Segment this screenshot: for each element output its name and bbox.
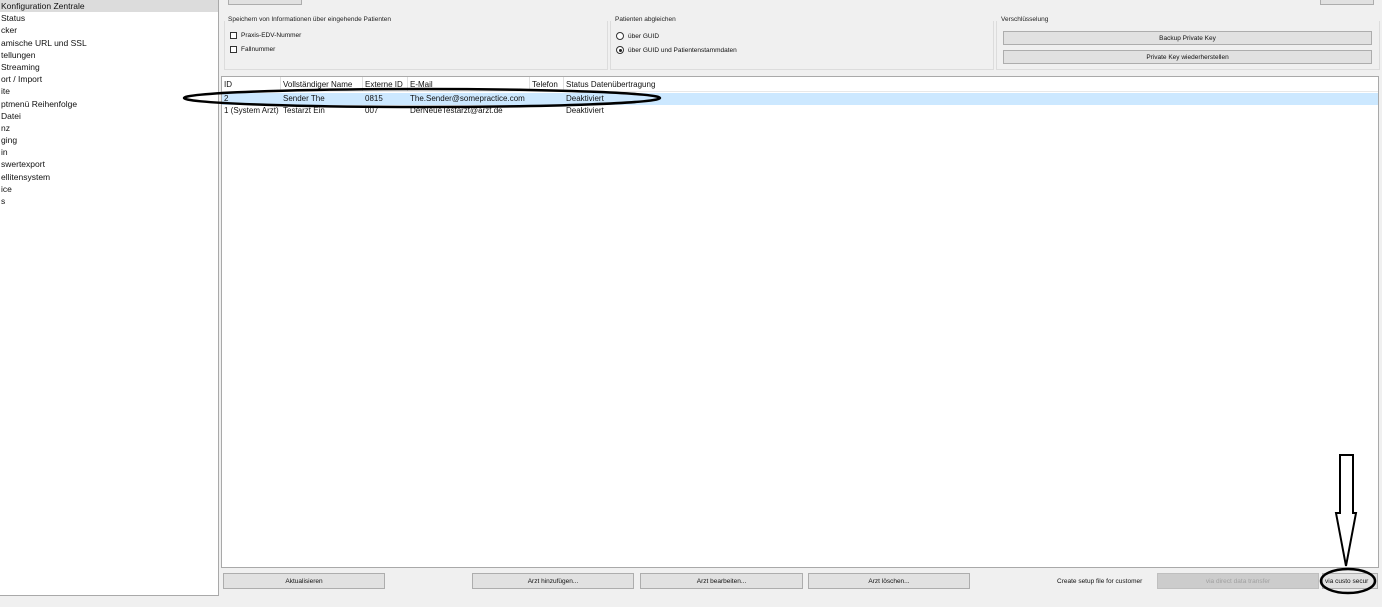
sidebar-item-status[interactable]: Status [0,12,218,24]
cell-status: Deaktiviert [566,106,604,115]
direct-transfer-button[interactable]: via direct data transfer [1157,573,1319,589]
cell-id: 1 (System Arzt) [224,106,279,115]
sidebar-item-dynamische-url[interactable]: amische URL und SSL [0,37,218,49]
table-row[interactable]: 1 (System Arzt) Testarzt Ein 007 DerNeue… [222,105,1378,117]
sidebar-item-einstellungen[interactable]: tellungen [0,49,218,61]
match-guid-stammdaten-label: über GUID und Patientenstammdaten [628,46,737,54]
cell-email: DerNeueTestarzt@arzt.de [410,106,503,115]
sidebar-item-satellitensystem[interactable]: ellitensystem [0,171,218,183]
column-header-external-id[interactable]: Externe ID [363,77,408,91]
sidebar-item-seite[interactable]: ite [0,85,218,97]
sidebar-item-messwertexport[interactable]: swertexport [0,158,218,170]
fallnummer-label: Fallnummer [241,46,276,53]
column-header-status[interactable]: Status Datenübertragung [564,77,684,91]
cell-phone [530,105,564,117]
doctor-table[interactable]: ID ˇ Vollständiger Name Externe ID E-Mai… [221,76,1379,568]
checkbox-box[interactable] [230,46,237,53]
sidebar-item-streaming[interactable]: Streaming [0,61,218,73]
table-row[interactable]: 2 Sender The 0815 The.Sender@somepractic… [222,93,1378,105]
cell-external-id: 007 [365,106,379,115]
match-guid-stammdaten-radio[interactable]: über GUID und Patientenstammdaten [616,46,737,54]
storage-groupbox [224,21,608,70]
top-right-button[interactable] [1320,0,1374,5]
cell-email: The.Sender@somepractice.com [410,94,525,103]
storage-group-title: Speichern von Informationen über eingehe… [228,16,391,23]
cell-id: 2 [224,94,229,103]
encryption-group-title: Verschlüsselung [1001,16,1049,23]
add-doctor-button[interactable]: Arzt hinzufügen... [472,573,634,589]
sidebar-item-lizenz[interactable]: nz [0,122,218,134]
sidebar-item-login[interactable]: in [0,146,218,158]
sidebar: Konfiguration Zentrale Status cker amisc… [0,0,219,596]
table-header: ID ˇ Vollständiger Name Externe ID E-Mai… [222,77,1378,92]
restore-private-key-button[interactable]: Private Key wiederherstellen [1003,50,1372,64]
sort-caret-icon: ˇ [249,76,252,83]
cell-external-id: 0815 [365,94,383,103]
refresh-button[interactable]: Aktualisieren [223,573,385,589]
setup-file-label: Create setup file for customer [1057,578,1143,585]
sidebar-item-konfiguration-zentrale[interactable]: Konfiguration Zentrale [0,0,218,13]
cell-name: Testarzt Ein [283,106,325,115]
sidebar-item-export-import[interactable]: ort / Import [0,73,218,85]
praxis-edv-checkbox[interactable]: Praxis-EDV-Nummer [230,32,301,39]
delete-doctor-button[interactable]: Arzt löschen... [808,573,970,589]
column-header-phone[interactable]: Telefon [530,77,564,91]
sidebar-item-service[interactable]: ice [0,183,218,195]
cell-phone [530,93,564,105]
column-header-name[interactable]: Vollständiger Name [281,77,363,91]
top-left-button[interactable] [228,0,302,5]
sidebar-item-hauptmenue-reihenfolge[interactable]: ptmenü Reihenfolge [0,98,218,110]
column-header-email[interactable]: E-Mail [408,77,530,91]
match-guid-radio[interactable]: über GUID [616,32,659,40]
cell-name: Sender The [283,94,325,103]
checkbox-box[interactable] [230,32,237,39]
fallnummer-checkbox[interactable]: Fallnummer [230,46,275,53]
sidebar-item-s[interactable]: s [0,195,218,207]
sidebar-item-drucker[interactable]: cker [0,24,218,36]
edit-doctor-button[interactable]: Arzt bearbeiten... [640,573,803,589]
radio-circle-selected[interactable] [616,46,624,54]
column-header-id[interactable]: ID [222,77,281,91]
match-guid-label: über GUID [628,32,660,40]
radio-circle[interactable] [616,32,624,40]
praxis-edv-label: Praxis-EDV-Nummer [241,32,302,39]
cell-status: Deaktiviert [566,94,604,103]
match-group-title: Patienten abgleichen [615,16,676,23]
backup-private-key-button[interactable]: Backup Private Key [1003,31,1372,45]
sidebar-item-datei[interactable]: Datei [0,110,218,122]
sidebar-item-logging[interactable]: ging [0,134,218,146]
custo-secur-button[interactable]: via custo secur [1322,573,1378,589]
